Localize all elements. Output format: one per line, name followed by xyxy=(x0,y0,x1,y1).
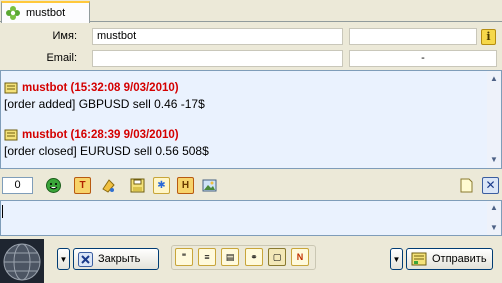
send-icon xyxy=(411,252,427,266)
close-button-label: Закрыть xyxy=(98,253,141,265)
star-icon[interactable]: ✱ xyxy=(153,177,170,194)
message-input[interactable] xyxy=(0,200,502,236)
close-button[interactable]: Закрыть xyxy=(73,248,159,270)
link-icon[interactable]: ⚭ xyxy=(245,248,263,266)
scroll-up-icon[interactable]: ▲ xyxy=(488,202,500,214)
log-scrollbar[interactable]: ▲ ▼ xyxy=(487,71,501,168)
note-icon[interactable]: ▢ xyxy=(268,248,286,266)
contact-info: Имя: mustbot i Email: - xyxy=(0,23,502,70)
send-dropdown-button[interactable]: ▼ xyxy=(390,248,403,270)
name-field[interactable]: mustbot xyxy=(92,28,343,45)
tab-strip: mustbot xyxy=(0,0,502,23)
email-label: Email: xyxy=(46,52,77,64)
bottom-bar: ▼ Закрыть " ≡ ▤ ⚭ ▢ N ▼ Отправить xyxy=(0,236,502,283)
paint-icon[interactable] xyxy=(100,177,117,194)
email-field[interactable] xyxy=(92,50,343,67)
message-item: mustbot (15:32:08 9/03/2010) [order adde… xyxy=(4,80,205,112)
message-sender: mustbot (16:28:39 9/03/2010) xyxy=(22,128,179,141)
close-icon[interactable]: ✕ xyxy=(482,177,499,194)
info-icon[interactable]: i xyxy=(481,29,496,45)
scroll-up-icon[interactable]: ▲ xyxy=(488,73,500,85)
message-sender: mustbot (15:32:08 9/03/2010) xyxy=(22,81,179,94)
doc-icon[interactable]: ▤ xyxy=(221,248,239,266)
dropdown-button[interactable]: ▼ xyxy=(57,248,70,270)
smiley-icon[interactable] xyxy=(45,177,62,194)
globe-icon xyxy=(0,239,44,283)
note-icon xyxy=(4,82,18,93)
send-button-label: Отправить xyxy=(432,253,487,265)
flower-icon xyxy=(6,6,20,20)
close-x-icon xyxy=(78,251,93,267)
tab-mustbot[interactable]: mustbot xyxy=(1,1,90,23)
message-text: [order closed] EURUSD sell 0.56 508$ xyxy=(4,144,209,158)
format-toolbar: 0 T ✱ H ✕ xyxy=(0,175,502,197)
note-icon xyxy=(4,129,18,140)
text-caret xyxy=(2,205,3,218)
scroll-down-icon[interactable]: ▼ xyxy=(488,222,500,234)
input-scrollbar[interactable]: ▲ ▼ xyxy=(487,201,501,235)
chevron-down-icon: ▼ xyxy=(392,254,401,264)
h-icon[interactable]: H xyxy=(177,177,194,194)
list-icon[interactable]: ≡ xyxy=(198,248,216,266)
name-label: Имя: xyxy=(52,30,77,42)
text-t-icon[interactable]: T xyxy=(74,177,91,194)
right-top-field[interactable] xyxy=(349,28,477,45)
message-item: mustbot (16:28:39 9/03/2010) [order clos… xyxy=(4,127,209,159)
n-icon[interactable]: N xyxy=(291,248,309,266)
chevron-down-icon: ▼ xyxy=(59,254,68,264)
right-bottom-field[interactable]: - xyxy=(349,50,497,67)
send-button[interactable]: Отправить xyxy=(406,248,493,270)
scroll-down-icon[interactable]: ▼ xyxy=(488,154,500,166)
save-icon[interactable] xyxy=(129,177,146,194)
message-text: [order added] GBPUSD sell 0.46 -17$ xyxy=(4,97,205,111)
count-field[interactable]: 0 xyxy=(2,177,33,194)
quote-icon[interactable]: " xyxy=(175,248,193,266)
tab-label: mustbot xyxy=(26,7,66,19)
note-icon[interactable] xyxy=(458,177,475,194)
message-log[interactable]: mustbot (15:32:08 9/03/2010) [order adde… xyxy=(0,70,502,169)
image-icon[interactable] xyxy=(201,177,218,194)
